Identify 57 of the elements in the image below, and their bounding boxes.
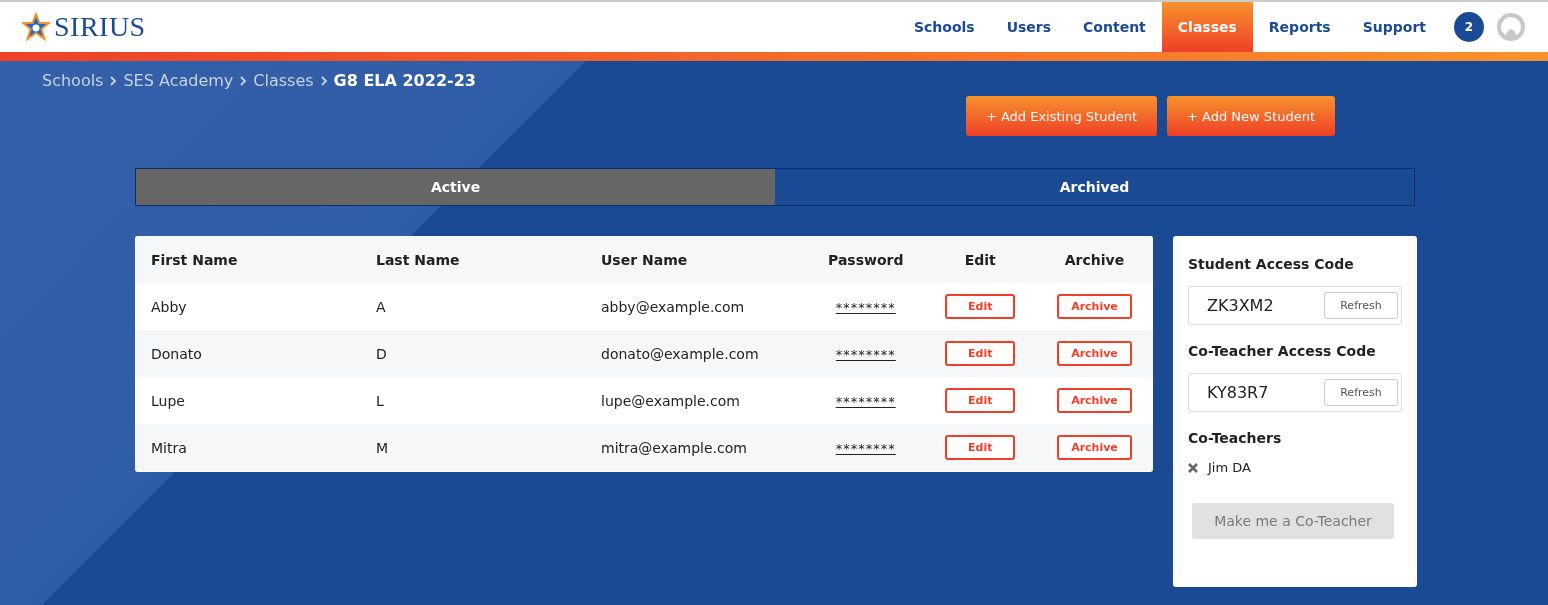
nav-link[interactable]: Users (990, 2, 1068, 52)
table-cell: lupe@example.com (585, 377, 807, 424)
co-teacher-name: Jim DA (1208, 460, 1251, 475)
chevron-right-icon (319, 74, 328, 87)
table-cell: L (360, 377, 585, 424)
column-header: Password (807, 236, 925, 283)
archive-button[interactable]: Archive (1057, 294, 1132, 319)
tab[interactable]: Active (136, 169, 775, 205)
access-code-field[interactable]: KY83R7 Refresh (1188, 373, 1402, 412)
table-cell: donato@example.com (585, 330, 807, 377)
table-cell: D (360, 330, 585, 377)
column-header: Archive (1036, 236, 1153, 283)
table-cell: abby@example.com (585, 283, 807, 330)
section-title: Student Access Code (1188, 256, 1355, 272)
column-header: First Name (135, 236, 360, 283)
archive-button[interactable]: Archive (1057, 341, 1132, 366)
table-cell: Mitra (135, 424, 360, 471)
nav-link[interactable]: Reports (1252, 2, 1347, 52)
breadcrumb-link[interactable]: Classes (253, 71, 314, 90)
brand-name: SIRIUS (54, 11, 146, 43)
column-header: Edit (924, 236, 1036, 283)
edit-button[interactable]: Edit (945, 341, 1016, 366)
nav-link[interactable]: Schools (897, 2, 991, 52)
nav-link[interactable]: Content (1067, 2, 1162, 52)
breadcrumb-link[interactable]: Schools (42, 71, 104, 90)
archive-button[interactable]: Archive (1057, 388, 1132, 413)
refresh-button[interactable]: Refresh (1324, 292, 1398, 319)
password-link[interactable]: ******** (835, 346, 896, 362)
edit-button[interactable]: Edit (945, 435, 1016, 460)
table-cell: mitra@example.com (585, 424, 807, 471)
star-logo-icon (22, 13, 50, 41)
nav-link[interactable]: Classes (1161, 2, 1253, 52)
password-link[interactable]: ******** (835, 393, 896, 409)
table-cell: Lupe (135, 377, 360, 424)
table-cell: Donato (135, 330, 360, 377)
table-cell: Abby (135, 283, 360, 330)
refresh-button[interactable]: Refresh (1324, 379, 1398, 406)
table-cell: A (360, 283, 585, 330)
nav-link[interactable]: Support (1346, 2, 1442, 52)
access-code-field[interactable]: ZK3XM2 Refresh (1188, 286, 1402, 325)
table-cell: M (360, 424, 585, 471)
password-link[interactable]: ******** (835, 299, 896, 315)
password-link[interactable]: ******** (835, 440, 896, 456)
section-title: Co-Teacher Access Code (1188, 343, 1377, 359)
chevron-right-icon (109, 74, 118, 87)
notification-badge[interactable]: 2 (1454, 12, 1484, 42)
section-title: Co-Teachers (1188, 430, 1283, 446)
chevron-right-icon (239, 74, 248, 87)
breadcrumb-link[interactable]: SES Academy (123, 71, 234, 90)
add-student-button[interactable]: + Add New Student (1167, 96, 1335, 136)
edit-button[interactable]: Edit (945, 388, 1016, 413)
edit-button[interactable]: Edit (945, 294, 1016, 319)
remove-icon[interactable] (1188, 462, 1198, 473)
column-header: User Name (585, 236, 807, 283)
column-header: Last Name (360, 236, 585, 283)
archive-button[interactable]: Archive (1057, 435, 1132, 460)
add-student-button[interactable]: + Add Existing Student (965, 96, 1157, 136)
